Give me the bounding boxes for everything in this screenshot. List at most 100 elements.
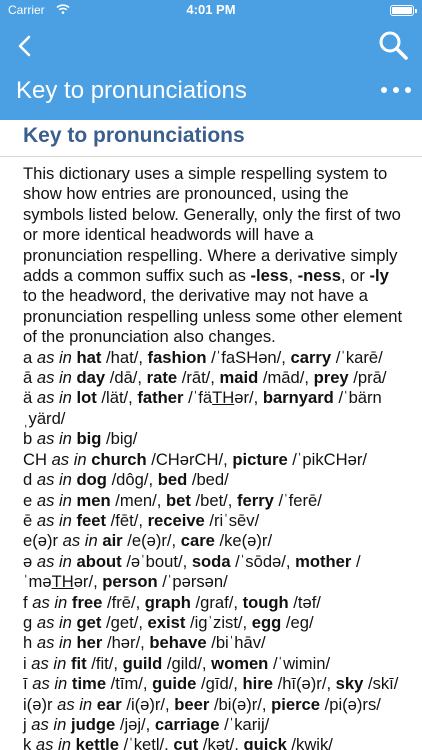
segment-text: /mād/, (258, 368, 314, 388)
pronunciation-entry: e(ə)r as in air /e(ə)r/, care /ke(ə)r/ (23, 531, 409, 551)
headword-text: kettle (75, 735, 119, 750)
headword-text: fashion (147, 347, 207, 367)
pronunciation-entry: ā as in day /dā/, rate /rāt/, maid /mād/… (23, 368, 409, 388)
segment-text: /bet/, (190, 490, 238, 510)
segment-text: d (23, 470, 37, 490)
segment-text: i(ə)r (23, 694, 58, 714)
headword-text: hat (76, 347, 102, 367)
segment-text: /tīm/, (106, 674, 153, 694)
segment-text: /kwik/ (286, 735, 333, 750)
segment-text: ə (23, 551, 37, 571)
headword-text: day (76, 368, 106, 388)
as-in-text: as in (36, 388, 72, 408)
segment-text: ā (23, 368, 37, 388)
segment-text: /pi(ə)rs/ (320, 694, 381, 714)
pronunciation-entry: k as in kettle /ˈketl/, cut /kət/, quick… (23, 735, 409, 750)
headword-text: fit (70, 653, 87, 673)
segment-text: e (23, 490, 37, 510)
segment-text: /dā/, (105, 368, 147, 388)
segment-text: /dôg/, (106, 470, 158, 490)
segment-text: /təf/ (288, 592, 321, 612)
pronunciation-entry: b as in big /big/ (23, 429, 409, 449)
intro-paragraph: This dictionary uses a simple respelling… (23, 164, 405, 348)
segment-text: a (23, 347, 37, 367)
segment-text: /kət/, (198, 735, 244, 750)
segment-text: /lät/, (96, 388, 138, 408)
status-bar: Carrier 4:01 PM (0, 0, 422, 20)
segment-text: /ˈfä (183, 388, 213, 408)
segment-text: to the headword, the derivative may not … (23, 286, 403, 347)
segment-text: /riˈsēv/ (204, 510, 260, 530)
pronunciation-entry: e as in men /men/, bet /bet/, ferry /ˈfe… (23, 491, 409, 511)
pronunciation-entry: ə as in about /əˈbout/, soda /ˈsōdə/, mo… (23, 552, 409, 593)
headword-text: her (76, 633, 103, 653)
pronunciation-entry: d as in dog /dôg/, bed /bed/ (23, 470, 409, 490)
pronunciation-entry: ē as in feet /fēt/, receive /riˈsēv/ (23, 511, 409, 531)
headword-text: soda (191, 551, 231, 571)
pronunciation-entry: f as in free /frē/, graph /graf/, tough … (23, 593, 409, 613)
segment-text: /ˈfaSHən/, (206, 347, 291, 367)
segment-text: /bed/ (187, 470, 229, 490)
headword-text: guide (152, 674, 197, 694)
segment-text: /jəj/, (115, 714, 155, 734)
segment-text: b (23, 429, 37, 449)
segment-text: /eg/ (281, 612, 314, 632)
headword-text: -ly (369, 266, 389, 286)
segment-text: /ˈpərsən/ (157, 572, 228, 592)
search-icon[interactable] (376, 28, 410, 62)
battery-icon (390, 5, 417, 16)
headword-text: guild (122, 653, 163, 673)
segment-text: /ˈpikCHər/ (287, 449, 367, 469)
headword-text: receive (147, 510, 205, 530)
headword-text: hire (242, 674, 273, 694)
segment-text: ər/, (73, 572, 103, 592)
pronunciation-entry: CH as in church /CHərCH/, picture /ˈpikC… (23, 450, 409, 470)
segment-text: /big/ (101, 429, 138, 449)
segment-text: f (23, 592, 33, 612)
headword-text: -less (250, 266, 289, 286)
as-in-text: as in (36, 470, 72, 490)
segment-text: /fit/, (86, 653, 123, 673)
segment-text: /prā/ (348, 368, 387, 388)
headword-text: person (102, 572, 158, 592)
as-in-text: as in (36, 347, 72, 367)
as-in-text: as in (36, 510, 72, 530)
headword-text: maid (219, 368, 259, 388)
headword-text: barnyard (262, 388, 334, 408)
headword-text: behave (149, 633, 207, 653)
headword-text: church (91, 449, 147, 469)
chevron-left-icon[interactable] (10, 30, 42, 62)
segment-text: k (23, 735, 36, 750)
more-options-icon[interactable] (378, 80, 414, 100)
pronunciation-entry: j as in judge /jəj/, carriage /ˈkarij/ (23, 715, 409, 735)
headword-text: big (76, 429, 102, 449)
headword-text: prey (313, 368, 349, 388)
segment-text: /ˈketl/, (118, 735, 174, 750)
headword-text: quick (243, 735, 287, 750)
headword-text: lot (76, 388, 97, 408)
segment-text: , or (340, 266, 370, 286)
headword-text: rate (146, 368, 178, 388)
as-in-text: as in (36, 490, 72, 510)
segment-text: /ˈwimin/ (268, 653, 331, 673)
segment-text: h (23, 633, 37, 653)
as-in-text: as in (36, 612, 72, 632)
headword-text: sky (335, 674, 364, 694)
headword-text: free (71, 592, 103, 612)
segment-text: /əˈbout/, (121, 551, 192, 571)
headword-text: bed (157, 470, 188, 490)
headword-text: time (71, 674, 107, 694)
headword-text: father (137, 388, 184, 408)
segment-text: /ˈsōdə/, (230, 551, 296, 571)
as-in-text: as in (36, 633, 72, 653)
segment-text: /ˈkarē/ (331, 347, 383, 367)
segment-text: /igˈzist/, (185, 612, 252, 632)
headword-text: ear (96, 694, 122, 714)
nav-title: Key to pronunciations (16, 77, 247, 104)
as-in-text: as in (57, 694, 93, 714)
headword-text: feet (76, 510, 107, 530)
content-area[interactable]: Key to pronunciations This dictionary us… (0, 120, 422, 750)
headword-text: graph (144, 592, 191, 612)
segment-text: /ˈkarij/ (219, 714, 270, 734)
segment-text: /ˈferē/ (273, 490, 322, 510)
